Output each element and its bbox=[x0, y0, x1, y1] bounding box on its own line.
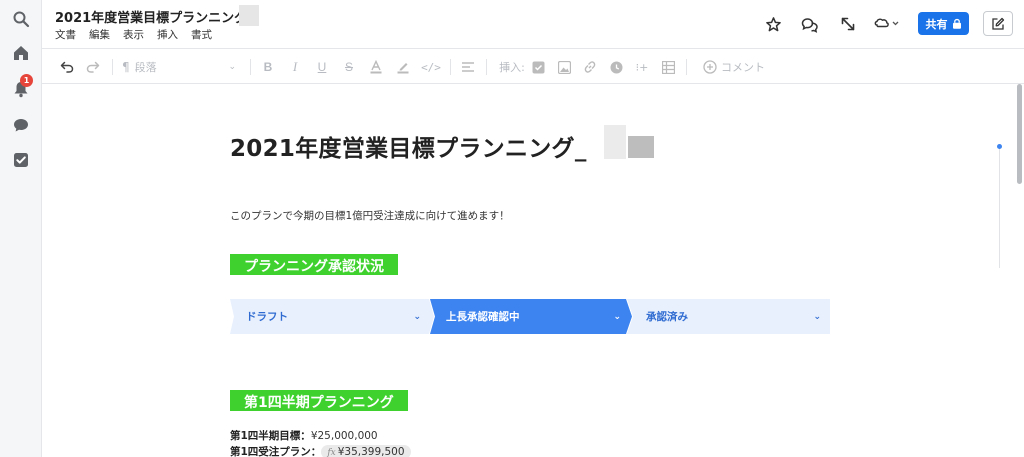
toolbar-divider bbox=[450, 59, 451, 75]
lock-icon bbox=[952, 18, 961, 29]
status-step-draft[interactable]: ドラフト ⌄ bbox=[230, 299, 430, 334]
paragraph-style-value: 段落 bbox=[134, 61, 157, 74]
menu-bar: 文書 編集 表示 挿入 書式 bbox=[55, 27, 212, 42]
edit-pencil-icon bbox=[992, 17, 1005, 30]
toolbar-divider bbox=[250, 59, 251, 75]
q1-target-value: ¥25,000,000 bbox=[310, 430, 378, 442]
text-color-icon[interactable] bbox=[368, 58, 384, 76]
scrollbar-thumb[interactable] bbox=[1017, 84, 1022, 184]
pilcrow-icon: ¶ bbox=[122, 60, 130, 74]
link-icon[interactable] bbox=[582, 58, 598, 76]
menu-view[interactable]: 表示 bbox=[123, 27, 144, 42]
chevron-down-icon: ⌄ bbox=[813, 311, 821, 322]
document-title[interactable]: 2021年度営業目標プランニング_ bbox=[55, 7, 254, 26]
toolbar-divider bbox=[486, 59, 487, 75]
mention-icon[interactable] bbox=[608, 58, 624, 76]
integration-menu-icon[interactable] bbox=[872, 13, 906, 35]
align-icon[interactable] bbox=[460, 58, 476, 76]
status-step-label: ドラフト bbox=[246, 311, 288, 323]
q1-plan-row: 第1四受注プラン： fx ¥35,399,500 bbox=[230, 444, 411, 457]
undo-icon[interactable] bbox=[58, 58, 76, 76]
formatting-toolbar: ¶ 段落 ⌄ B I U S </> 挿入: ⁝+ コメント bbox=[42, 48, 1024, 84]
intro-paragraph: このプランで今期の目標1億円受注達成に向けて進めます！ bbox=[230, 210, 510, 222]
task-check-icon[interactable] bbox=[10, 149, 32, 171]
q1-plan-value: ¥35,399,500 bbox=[337, 446, 405, 457]
comment-label: コメント bbox=[721, 61, 765, 74]
document-body[interactable]: 2021年度営業目標プランニング_ このプランで今期の目標1億円受注達成に向けて… bbox=[42, 85, 1024, 457]
left-rail: 1 bbox=[0, 0, 42, 457]
redacted-heading-part bbox=[628, 136, 654, 158]
italic-icon[interactable]: I bbox=[287, 58, 303, 76]
formula-fx-icon: fx bbox=[327, 448, 336, 457]
menu-document[interactable]: 文書 bbox=[55, 27, 76, 42]
expand-icon[interactable] bbox=[837, 13, 859, 35]
status-step-manager-review[interactable]: 上長承認確認中 ⌄ bbox=[430, 299, 630, 334]
code-icon[interactable]: </> bbox=[421, 58, 441, 76]
highlight-icon[interactable] bbox=[395, 58, 411, 76]
notification-badge: 1 bbox=[20, 74, 33, 87]
toolbar-divider bbox=[686, 59, 687, 75]
share-button[interactable]: 共有 bbox=[918, 12, 969, 35]
section-heading-approval: プランニング承認状況 bbox=[230, 254, 398, 275]
q1-target-row: 第1四半期目標：¥25,000,000 bbox=[230, 428, 378, 443]
add-comment-button[interactable]: コメント bbox=[703, 58, 773, 76]
table-icon[interactable] bbox=[660, 58, 676, 76]
document-header: 2021年度営業目標プランニング_ 文書 編集 表示 挿入 書式 共有 bbox=[42, 0, 1024, 48]
section-heading-q1: 第1四半期プランニング bbox=[230, 390, 408, 411]
status-step-label: 上長承認確認中 bbox=[446, 311, 520, 323]
document-heading: 2021年度営業目標プランニング_ bbox=[230, 136, 587, 162]
q1-plan-label: 第1四受注プラン： bbox=[230, 446, 322, 457]
checklist-icon[interactable] bbox=[530, 58, 546, 76]
outline-track bbox=[999, 148, 1000, 268]
approval-status-steps: ドラフト ⌄ 上長承認確認中 ⌄ 承認済み ⌄ bbox=[230, 299, 830, 334]
comments-icon[interactable] bbox=[799, 13, 821, 35]
toolbar-divider bbox=[112, 59, 113, 75]
image-icon[interactable] bbox=[556, 58, 572, 76]
star-icon[interactable] bbox=[762, 13, 784, 35]
menu-insert[interactable]: 挿入 bbox=[157, 27, 178, 42]
chat-icon[interactable] bbox=[10, 114, 32, 136]
add-comment-icon bbox=[703, 60, 717, 74]
strikethrough-icon[interactable]: S bbox=[341, 58, 357, 76]
menu-format[interactable]: 書式 bbox=[191, 27, 212, 42]
redacted-title-part bbox=[239, 5, 259, 26]
chevron-down-icon: ⌄ bbox=[613, 311, 621, 322]
search-icon[interactable] bbox=[10, 8, 32, 30]
home-icon[interactable] bbox=[10, 42, 32, 64]
redo-icon[interactable] bbox=[84, 58, 102, 76]
outline-marker[interactable] bbox=[997, 144, 1002, 149]
q1-target-label: 第1四半期目標： bbox=[230, 430, 311, 442]
menu-edit[interactable]: 編集 bbox=[89, 27, 110, 42]
insert-label: 挿入: bbox=[499, 61, 525, 74]
share-button-label: 共有 bbox=[925, 17, 948, 31]
status-step-approved[interactable]: 承認済み ⌄ bbox=[630, 299, 830, 334]
status-step-label: 承認済み bbox=[646, 311, 688, 323]
edit-document-button[interactable] bbox=[983, 11, 1013, 36]
formula-chip[interactable]: fx ¥35,399,500 bbox=[321, 445, 411, 457]
divider-insert-icon[interactable]: ⁝+ bbox=[634, 58, 650, 76]
paragraph-style-select[interactable]: ¶ 段落 ⌄ bbox=[122, 58, 240, 76]
bold-icon[interactable]: B bbox=[260, 58, 276, 76]
redacted-heading-part bbox=[604, 125, 626, 159]
chevron-down-icon: ⌄ bbox=[228, 62, 236, 72]
underline-icon[interactable]: U bbox=[314, 58, 330, 76]
chevron-down-icon: ⌄ bbox=[413, 311, 421, 322]
